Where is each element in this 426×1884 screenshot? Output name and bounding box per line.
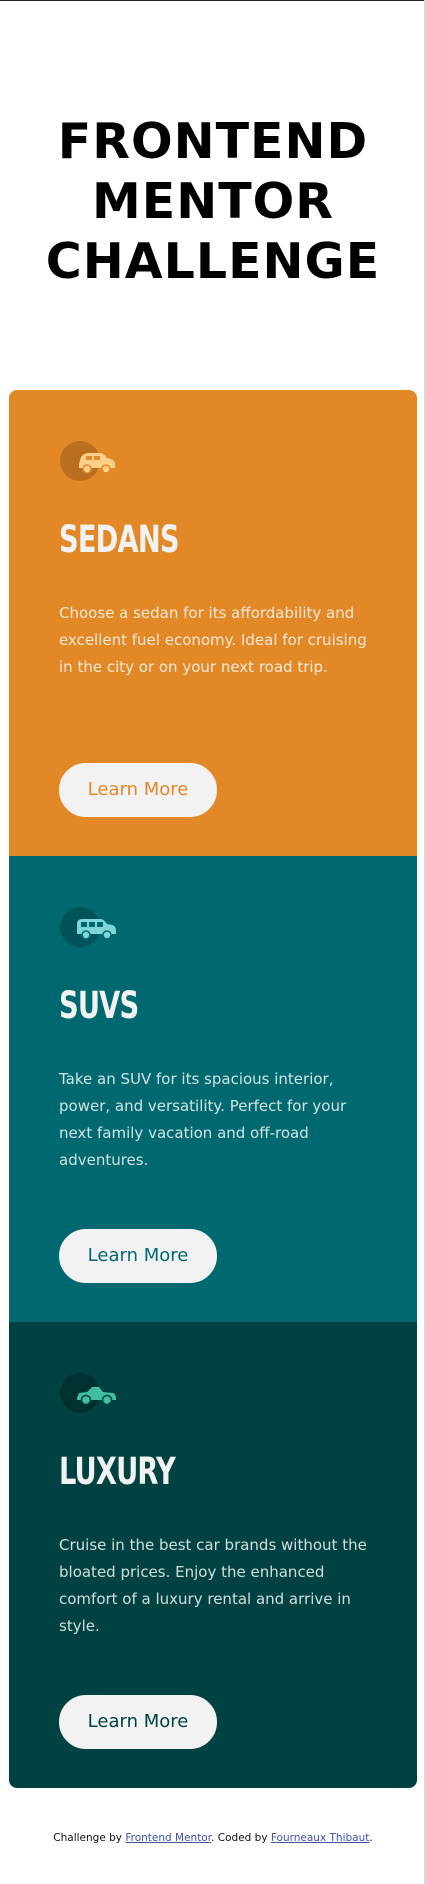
suv-car-icon xyxy=(59,906,127,948)
footer-prefix: Challenge by xyxy=(53,1832,126,1844)
card-sedans: SEDANS Choose a sedan for its affordabil… xyxy=(9,390,417,856)
author-link[interactable]: Fourneaux Thibaut xyxy=(271,1832,370,1844)
card-title: LUXURY xyxy=(59,1450,176,1493)
learn-more-button-sedans[interactable]: Learn More xyxy=(59,763,217,817)
top-border xyxy=(0,0,426,1)
sedan-car-icon xyxy=(59,440,127,482)
learn-more-button-suvs[interactable]: Learn More xyxy=(59,1229,217,1283)
learn-more-button-luxury[interactable]: Learn More xyxy=(59,1695,217,1749)
card-description: Choose a sedan for its affordability and… xyxy=(59,604,367,676)
cards-container: SEDANS Choose a sedan for its affordabil… xyxy=(9,390,417,1788)
footer-suffix: . xyxy=(369,1832,373,1844)
card-luxury: LUXURY Cruise in the best car brands wit… xyxy=(9,1322,417,1788)
page-title: FRONTEND MENTOR CHALLENGE xyxy=(45,113,381,290)
frontend-mentor-link[interactable]: Frontend Mentor xyxy=(125,1832,211,1844)
card-title: SUVS xyxy=(59,984,139,1027)
attribution-footer: Challenge by Frontend Mentor. Coded by F… xyxy=(0,1832,426,1844)
card-description: Take an SUV for its spacious interior, p… xyxy=(59,1070,347,1169)
card-description: Cruise in the best car brands without th… xyxy=(59,1536,367,1635)
card-suvs: SUVS Take an SUV for its spacious interi… xyxy=(9,856,417,1322)
luxury-car-icon xyxy=(59,1372,127,1414)
footer-middle: . Coded by xyxy=(211,1832,271,1844)
card-title: SEDANS xyxy=(59,518,180,561)
